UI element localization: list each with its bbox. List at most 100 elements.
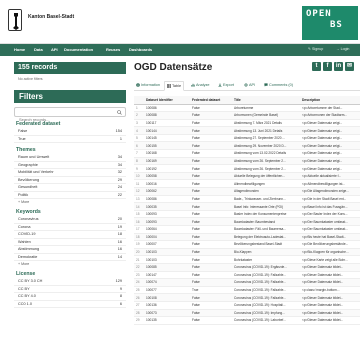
nav-dashboards[interactable]: Dashboards <box>129 47 152 52</box>
facet-option[interactable]: CC BY 4.0 8 <box>14 293 126 301</box>
table-row[interactable]: 9 100192 False Abstimmung vom 26. September… <box>134 164 360 173</box>
table-row[interactable]: 11 100016 False Allmendbewilligungen <p>Allm… <box>134 179 360 189</box>
facet-option[interactable]: Mobilität und Verkehr 32 <box>14 169 126 177</box>
facet-option[interactable]: Corona 19 <box>14 224 126 231</box>
brand-line-1: OPEN <box>306 9 332 19</box>
filter-search[interactable] <box>14 107 126 124</box>
tab-api[interactable]: API <box>242 81 257 91</box>
table-row[interactable]: 19 100007 False Bevölkerungsbestand Basel-S… <box>134 240 360 249</box>
dataset-identifier-cell: 100085 <box>144 263 190 272</box>
facet-option[interactable]: Wahlen 16 <box>14 239 126 246</box>
signup-link[interactable]: ✎ Signup <box>308 47 323 51</box>
records-table-container[interactable]: Dataset Identifier Federated dataset Tit… <box>134 96 360 354</box>
table-row[interactable]: 25 100077 True Coronavirus (COVID-19): Fall… <box>134 286 360 295</box>
nav-documentation[interactable]: Documentation <box>64 47 93 52</box>
facet-option[interactable]: Gesundheit 24 <box>14 184 126 192</box>
email-icon[interactable]: ✉ <box>345 62 354 71</box>
tab-information[interactable]: Information <box>134 81 162 91</box>
facet-option[interactable]: Abstimmung 16 <box>14 246 126 254</box>
column-header-federated-dataset[interactable]: Federated dataset <box>190 96 232 105</box>
nav-api[interactable]: API <box>51 47 58 52</box>
table-row[interactable]: 29 100135 False Coronavirus (COVID-19): Lab… <box>134 316 360 325</box>
column-header-title[interactable]: Title <box>232 96 300 105</box>
open-bs-logo[interactable]: OPEN BS <box>302 6 358 40</box>
facet-more-link[interactable]: + More <box>14 199 126 205</box>
dataset-identifier-cell: 100062 <box>144 187 190 196</box>
table-row[interactable]: 21 100103 False Bohrkataster <p>Diese Karte … <box>134 255 360 264</box>
table-row[interactable]: 6 100155 False Abstimmung 29. November 2020… <box>134 141 360 151</box>
table-row[interactable]: 3 100117 False Abstimmung 7. März 2021 Deta… <box>134 119 360 128</box>
facet-option-label: Politik <box>18 192 29 197</box>
tab-export[interactable]: Export <box>216 81 236 91</box>
table-row[interactable]: 4 100144 False Abstimmung 13. Juni 2021 Det… <box>134 126 360 135</box>
dataset-identifier-cell: 100035 <box>144 202 190 211</box>
facet-option[interactable]: Raum und Umwelt 34 <box>14 154 126 162</box>
table-row[interactable]: 16 100093 False Baumkataster: Baumbestand <p… <box>134 217 360 226</box>
linkedin-icon[interactable]: in <box>334 62 343 71</box>
facet-option-count: 32 <box>117 170 122 174</box>
table-row[interactable]: 28 100073 False Coronavirus (COVID-19): Imp… <box>134 309 360 318</box>
row-index: 19 <box>134 240 144 249</box>
federated-dataset-cell: False <box>190 195 232 204</box>
dataset-identifier-cell: 100108 <box>144 293 190 302</box>
table-row[interactable]: 8 100169 False Abstimmung vom 26. September… <box>134 157 360 166</box>
facet-option[interactable]: COVID-19 18 <box>14 231 126 239</box>
federated-dataset-cell: False <box>190 233 232 242</box>
table-row[interactable]: 26 100108 False Coronavirus (COVID-19): Fal… <box>134 293 360 302</box>
facet-option[interactable]: Geographie 34 <box>14 162 126 169</box>
table-row[interactable]: 13 100086 False Bade-, Trinkwasser- und Zie… <box>134 195 360 204</box>
title-cell: Coronavirus (COVID-19): Ergänzde... <box>232 263 300 272</box>
description-cell: <p>Dieser Datensatz bildet... <box>300 293 360 302</box>
tab-analyze[interactable]: Analyze <box>189 81 212 91</box>
title-cell: Coronavirus (COVID-19): Laborbef... <box>232 316 300 325</box>
twitter-icon[interactable]: t <box>312 62 321 71</box>
table-row[interactable]: 27 100136 False Coronavirus (COVID-19): Hos… <box>134 301 360 310</box>
table-row[interactable]: 2 100088 False Arbormonen (Gemeinde Basel) <… <box>134 111 360 120</box>
facet-option[interactable]: Demokratie 14 <box>14 254 126 261</box>
table-row[interactable]: 17 100064 False Baumkataster: Fäll- und Bau… <box>134 225 360 234</box>
facet-option[interactable]: False 154 <box>14 128 126 136</box>
facet-more-link[interactable]: + More <box>14 261 126 267</box>
table-row[interactable]: 14 100035 False Basel Info: Interessante Or… <box>134 202 360 211</box>
table-row[interactable]: 20 100103 False Bio-Klappen <p>Bio-Klappen f… <box>134 248 360 257</box>
table-row[interactable]: 1 100086 False Arboretumme <p>Arboretumme de… <box>134 104 360 113</box>
facet-option[interactable]: CC BY 3.0 CH 129 <box>14 278 126 286</box>
facet-option[interactable]: Coronavirus 20 <box>14 216 126 224</box>
login-link[interactable]: → Login <box>336 47 349 51</box>
filter-search-input[interactable] <box>15 115 111 124</box>
table-row[interactable]: 24 100074 False Coronavirus (COVID-19): Fal… <box>134 278 360 287</box>
dataset-identifier-cell: 100004 <box>144 233 190 242</box>
facet-option[interactable]: Politik 22 <box>14 192 126 199</box>
row-index: 9 <box>134 164 144 173</box>
federated-dataset-cell: False <box>190 240 232 249</box>
tab-comments[interactable]: Comments (0) <box>262 81 295 91</box>
title-cell: Aktuelle Belegung der öffentlichen... <box>232 172 300 181</box>
site-title[interactable]: Kanton Basel-Stadt <box>28 14 74 20</box>
column-header-description[interactable]: Description <box>300 96 360 105</box>
tab-table[interactable]: Table <box>164 81 185 91</box>
basel-crest-logo[interactable] <box>8 9 22 31</box>
facet-option[interactable]: Bevölkerung 29 <box>14 177 126 184</box>
nav-home[interactable]: Home <box>14 47 25 52</box>
facet-option-count: 24 <box>117 185 122 189</box>
table-row[interactable]: 22 100085 False Coronavirus (COVID-19): Erg… <box>134 263 360 272</box>
nav-reuses[interactable]: Reuses <box>106 47 120 52</box>
nav-data[interactable]: Data <box>34 47 43 52</box>
table-row[interactable]: 18 100004 False Belegung der Elektroauto-La… <box>134 233 360 242</box>
table-row[interactable]: 5 100145 False Abstimmung 27. September 202… <box>134 134 360 143</box>
table-row[interactable]: 7 100168 False Abstimmung vom 13.02.2022 De… <box>134 149 360 158</box>
tab-information-label: Information <box>141 83 160 87</box>
facet-option[interactable]: True 1 <box>14 136 126 143</box>
facebook-icon[interactable]: f <box>323 62 332 71</box>
description-cell: <p>Der Baumkataster umfasst... <box>300 225 360 234</box>
search-icon[interactable] <box>117 110 122 115</box>
column-header-dataset-identifier[interactable]: Dataset Identifier <box>144 96 190 105</box>
facet-option[interactable]: CC0 1.0 6 <box>14 301 126 308</box>
table-row[interactable]: 12 100062 False Altagendimonden <p>Die Altag… <box>134 187 360 196</box>
table-row[interactable]: 23 100147 False Coronavirus (COVID-19): Fal… <box>134 271 360 280</box>
facet-option[interactable]: CC BY 9 <box>14 286 126 293</box>
facet-option-label: Raum und Umwelt <box>18 155 50 159</box>
signup-label: Signup <box>312 47 324 51</box>
table-row[interactable]: 15 100093 False Basler Index der Konsumente… <box>134 210 360 219</box>
table-row[interactable]: 10 100058 False Aktuelle Belegung der öffen… <box>134 172 360 181</box>
